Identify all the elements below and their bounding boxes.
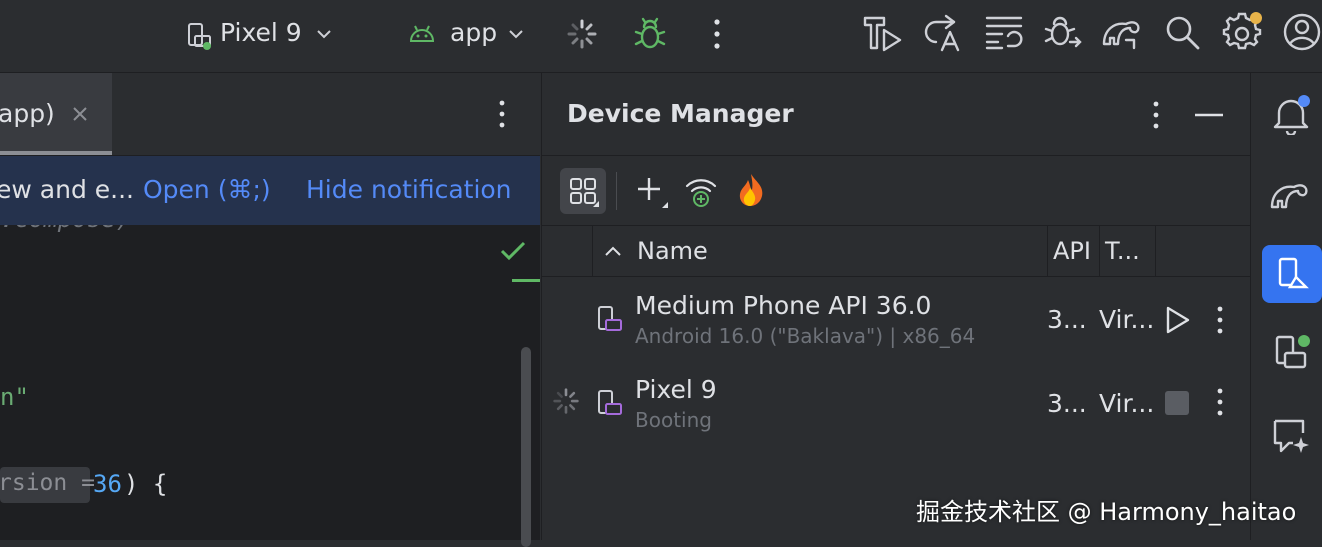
- chevron-down-icon: [509, 30, 523, 39]
- sort-ascending-icon[interactable]: [604, 245, 622, 257]
- device-manager-panel: Device Manager Name API T... Medium Phon…: [541, 73, 1250, 540]
- device-api: 3...: [1047, 389, 1087, 418]
- device-icon: [188, 23, 211, 50]
- more-vertical-icon[interactable]: [494, 99, 510, 129]
- pair-wifi-icon[interactable]: [684, 174, 718, 208]
- device-subtitle: Booting: [635, 408, 712, 432]
- editor-scrollbar[interactable]: [521, 347, 531, 547]
- build-run-icon[interactable]: [862, 14, 904, 54]
- code-line: n": [0, 383, 29, 411]
- settings-gear-icon[interactable]: [1222, 10, 1264, 52]
- device-table-header: Name API T...: [542, 226, 1250, 277]
- notification-banner: ew and e... Open (⌘;) Hide notification: [0, 156, 540, 225]
- account-icon[interactable]: [1282, 12, 1322, 52]
- code-editor: app) .compose) n" rsion = 36 ) { ew and …: [0, 73, 540, 547]
- device-name: Medium Phone API 36.0: [635, 291, 932, 320]
- hide-notification-link[interactable]: Hide notification: [306, 175, 512, 204]
- column-separator: [1047, 226, 1048, 276]
- table-row[interactable]: Pixel 9 Booting 3... Vir...: [542, 363, 1250, 447]
- device-selector[interactable]: Pixel 9: [180, 10, 340, 60]
- main-toolbar: Pixel 9 app: [0, 0, 1322, 73]
- gradle-sync-icon[interactable]: [1100, 14, 1144, 52]
- code-number: 36: [93, 470, 122, 498]
- close-icon[interactable]: [72, 106, 88, 122]
- loading-spinner-icon: [553, 388, 579, 414]
- inlay-hint-text: rsion =: [0, 470, 95, 496]
- right-tool-strip: [1250, 73, 1322, 540]
- ai-assistant-icon[interactable]: [1271, 415, 1311, 455]
- editor-tab-bar: app): [0, 73, 540, 156]
- device-api: 3...: [1047, 305, 1087, 334]
- more-vertical-icon[interactable]: [1212, 387, 1228, 417]
- bug-attach-icon[interactable]: [1042, 12, 1084, 54]
- column-header-api[interactable]: API: [1053, 237, 1091, 265]
- column-separator: [592, 226, 593, 276]
- device-selector-label: Pixel 9: [220, 18, 302, 47]
- search-icon[interactable]: [1164, 14, 1202, 52]
- chevron-down-icon: [317, 30, 331, 39]
- phone-device-icon: [598, 306, 622, 331]
- run-config-selector[interactable]: app: [404, 10, 534, 60]
- more-vertical-icon[interactable]: [1148, 100, 1164, 130]
- code-line: ) {: [124, 470, 168, 498]
- notification-open-link[interactable]: Open (⌘;): [143, 175, 271, 204]
- editor-tab-label: app): [0, 99, 55, 128]
- sort-lines-icon[interactable]: [984, 14, 1024, 52]
- tab-underline: [0, 151, 112, 155]
- firebase-icon[interactable]: [736, 172, 766, 208]
- notification-message: ew and e...: [0, 175, 134, 204]
- minimize-icon[interactable]: [1195, 113, 1223, 117]
- watermark-text: 掘金技术社区 @ Harmony_haitao: [916, 498, 1297, 526]
- column-separator: [1155, 226, 1156, 276]
- gradle-icon[interactable]: [1269, 177, 1311, 211]
- editor-tab[interactable]: app): [0, 73, 112, 155]
- inlay-hint: rsion =: [0, 467, 95, 503]
- device-name: Pixel 9: [635, 375, 717, 404]
- more-vertical-icon[interactable]: [1212, 305, 1228, 335]
- more-vertical-icon[interactable]: [708, 17, 726, 51]
- check-underline: [512, 279, 540, 282]
- stop-button[interactable]: [1165, 391, 1189, 415]
- run-config-label: app: [450, 18, 498, 47]
- play-icon[interactable]: [1164, 305, 1192, 335]
- device-type: Vir...: [1099, 389, 1155, 418]
- debug-icon[interactable]: [632, 16, 668, 52]
- notifications-bell-icon[interactable]: [1271, 93, 1311, 135]
- column-header-name[interactable]: Name: [637, 237, 708, 265]
- translate-icon[interactable]: [922, 12, 964, 54]
- device-manager-header: Device Manager: [542, 73, 1250, 156]
- device-subtitle: Android 16.0 ("Baklava") | x86_64: [635, 324, 976, 348]
- column-header-type[interactable]: T...: [1105, 237, 1140, 265]
- group-devices-button[interactable]: [560, 168, 606, 214]
- column-separator: [1099, 226, 1100, 276]
- toolbar-separator: [616, 172, 617, 210]
- panel-title: Device Manager: [567, 99, 794, 128]
- loading-spinner-icon: [567, 19, 597, 49]
- running-devices-icon[interactable]: [1271, 333, 1311, 373]
- device-manager-icon: [1278, 257, 1309, 289]
- android-icon: [409, 25, 435, 42]
- checkmark-icon: [500, 241, 526, 261]
- table-row[interactable]: Medium Phone API 36.0 Android 16.0 ("Bak…: [542, 277, 1250, 361]
- device-manager-toolbar: [542, 156, 1250, 226]
- device-type: Vir...: [1099, 305, 1155, 334]
- add-device-icon[interactable]: [636, 176, 668, 208]
- phone-device-icon: [598, 390, 622, 415]
- device-manager-tool-button[interactable]: [1262, 245, 1322, 303]
- grid-icon: [570, 178, 599, 207]
